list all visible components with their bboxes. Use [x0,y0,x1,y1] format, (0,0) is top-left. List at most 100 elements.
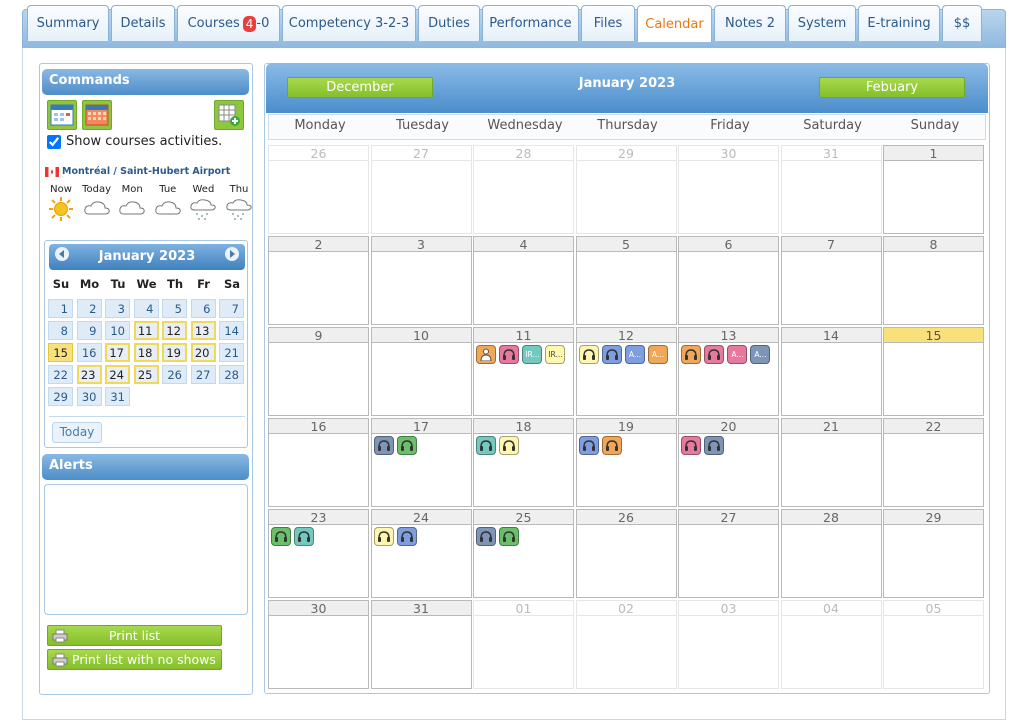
calendar-day-cell[interactable]: 29 [575,145,677,234]
calendar-day-cell[interactable]: 3 [370,236,472,325]
calendar-day-cell[interactable]: 14 [780,327,882,416]
headset-activity-icon[interactable] [704,436,724,455]
headset-activity-icon[interactable] [476,436,496,455]
headset-activity-icon[interactable] [578,436,599,455]
mini-day[interactable]: 28 [219,365,244,384]
calendar-day-cell[interactable]: 27 [370,145,472,234]
calendar-day-cell[interactable]: 12 A... A... [575,327,677,416]
calendar-day-cell[interactable]: 17 [370,418,472,507]
tab-system[interactable]: System [788,5,856,41]
activity-badge[interactable]: A... [750,345,770,364]
headset-activity-icon[interactable] [373,527,394,546]
mini-day[interactable]: 21 [219,343,244,362]
mini-day[interactable]: 26 [162,365,187,384]
calendar-day-cell[interactable]: 21 [780,418,882,507]
mini-day[interactable]: 8 [48,321,73,340]
mini-day[interactable]: 7 [219,299,244,318]
calendar-day-cell[interactable]: 20 [678,418,779,507]
mini-day[interactable]: 3 [105,299,130,318]
calendar-day-cell[interactable]: 7 [780,236,882,325]
activity-badge[interactable]: A... [727,345,747,364]
mini-day[interactable]: 24 [105,365,130,384]
calendar-day-cell[interactable]: 01 [473,600,574,689]
mini-day[interactable]: 23 [76,365,102,384]
calendar-month-view-button[interactable] [82,100,112,130]
calendar-day-cell[interactable]: 26 [268,145,369,234]
tab-notes-2[interactable]: Notes 2 [714,5,786,41]
calendar-day-cell[interactable]: 13 A... A... [678,327,779,416]
headset-activity-icon[interactable] [476,527,496,546]
mini-day[interactable]: 27 [190,365,216,384]
calendar-day-cell[interactable]: 25 [473,509,574,598]
activity-badge[interactable]: IR... [522,345,542,364]
tab-courses[interactable]: Courses 4 -0 [177,5,280,41]
add-event-button[interactable] [214,100,244,130]
headset-activity-icon[interactable] [271,527,291,546]
mini-day[interactable]: 11 [133,321,159,340]
calendar-day-cell[interactable]: 5 [575,236,677,325]
calendar-day-cell[interactable]: 15 [883,327,984,416]
calendar-day-cell[interactable]: 11 IR... IR... [473,327,574,416]
headset-activity-icon[interactable] [681,345,701,364]
headset-activity-icon[interactable] [601,436,622,455]
mini-day[interactable]: 6 [190,299,216,318]
mini-day[interactable]: 25 [133,365,159,384]
calendar-day-cell[interactable]: 24 [370,509,472,598]
calendar-day-cell[interactable]: 23 [268,509,369,598]
mini-day[interactable]: 16 [76,343,102,362]
next-month-button[interactable]: Febuary [819,77,965,98]
calendar-day-cell[interactable]: 1 [883,145,984,234]
calendar-day-cell[interactable]: 05 [883,600,984,689]
weather-location[interactable]: Montréal / Saint-Hubert Airport [45,166,230,177]
mini-day[interactable]: 30 [76,387,102,406]
calendar-day-cell[interactable]: 4 [473,236,574,325]
activity-badge[interactable]: A... [647,345,668,364]
headset-activity-icon[interactable] [681,436,701,455]
mini-day[interactable]: 12 [162,321,187,340]
today-button[interactable]: Today [52,422,102,443]
mini-day[interactable]: 1 [48,299,73,318]
tab-[interactable]: $$ [942,5,982,41]
calendar-day-cell[interactable]: 19 [575,418,677,507]
calendar-day-cell[interactable]: 30 [678,145,779,234]
headset-activity-icon[interactable] [396,436,417,455]
calendar-day-cell[interactable]: 16 [268,418,369,507]
calendar-day-cell[interactable]: 31 [780,145,882,234]
calendar-day-cell[interactable]: 8 [883,236,984,325]
mini-day[interactable]: 15 [48,343,73,362]
tab-competency-3-2-3[interactable]: Competency 3-2-3 [282,5,416,41]
mini-day[interactable]: 29 [48,387,73,406]
prev-month-button[interactable]: December [287,77,433,98]
tab-summary[interactable]: Summary [27,5,109,41]
mini-day[interactable]: 10 [105,321,130,340]
mini-day[interactable]: 17 [105,343,130,362]
mini-day[interactable]: 18 [133,343,159,362]
tab-duties[interactable]: Duties [418,5,480,41]
print-list-no-shows-button[interactable]: Print list with no shows [47,649,222,670]
headset-activity-icon[interactable] [704,345,724,364]
show-courses-toggle[interactable]: Show courses activities. [47,134,222,149]
tab-performance[interactable]: Performance [482,5,579,41]
headset-activity-icon[interactable] [499,436,519,455]
calendar-day-cell[interactable]: 04 [780,600,882,689]
mini-day[interactable]: 4 [133,299,159,318]
headset-activity-icon[interactable] [373,436,394,455]
show-courses-checkbox[interactable] [47,134,61,149]
calendar-day-cell[interactable]: 26 [575,509,677,598]
calendar-day-cell[interactable]: 28 [780,509,882,598]
calendar-day-cell[interactable]: 27 [678,509,779,598]
mini-prev-button[interactable] [55,247,69,261]
calendar-day-cell[interactable]: 29 [883,509,984,598]
tab-files[interactable]: Files [581,5,635,41]
calendar-day-cell[interactable]: 22 [883,418,984,507]
calendar-day-cell[interactable]: 6 [678,236,779,325]
tab-details[interactable]: Details [111,5,175,41]
headset-activity-icon[interactable] [601,345,622,364]
headset-activity-icon[interactable] [294,527,314,546]
headset-activity-icon[interactable] [578,345,599,364]
calendar-day-cell[interactable]: 2 [268,236,369,325]
person-activity-icon[interactable] [476,345,496,364]
calendar-day-cell[interactable]: 10 [370,327,472,416]
calendar-day-cell[interactable]: 9 [268,327,369,416]
tab-e-training[interactable]: E-training [858,5,940,41]
